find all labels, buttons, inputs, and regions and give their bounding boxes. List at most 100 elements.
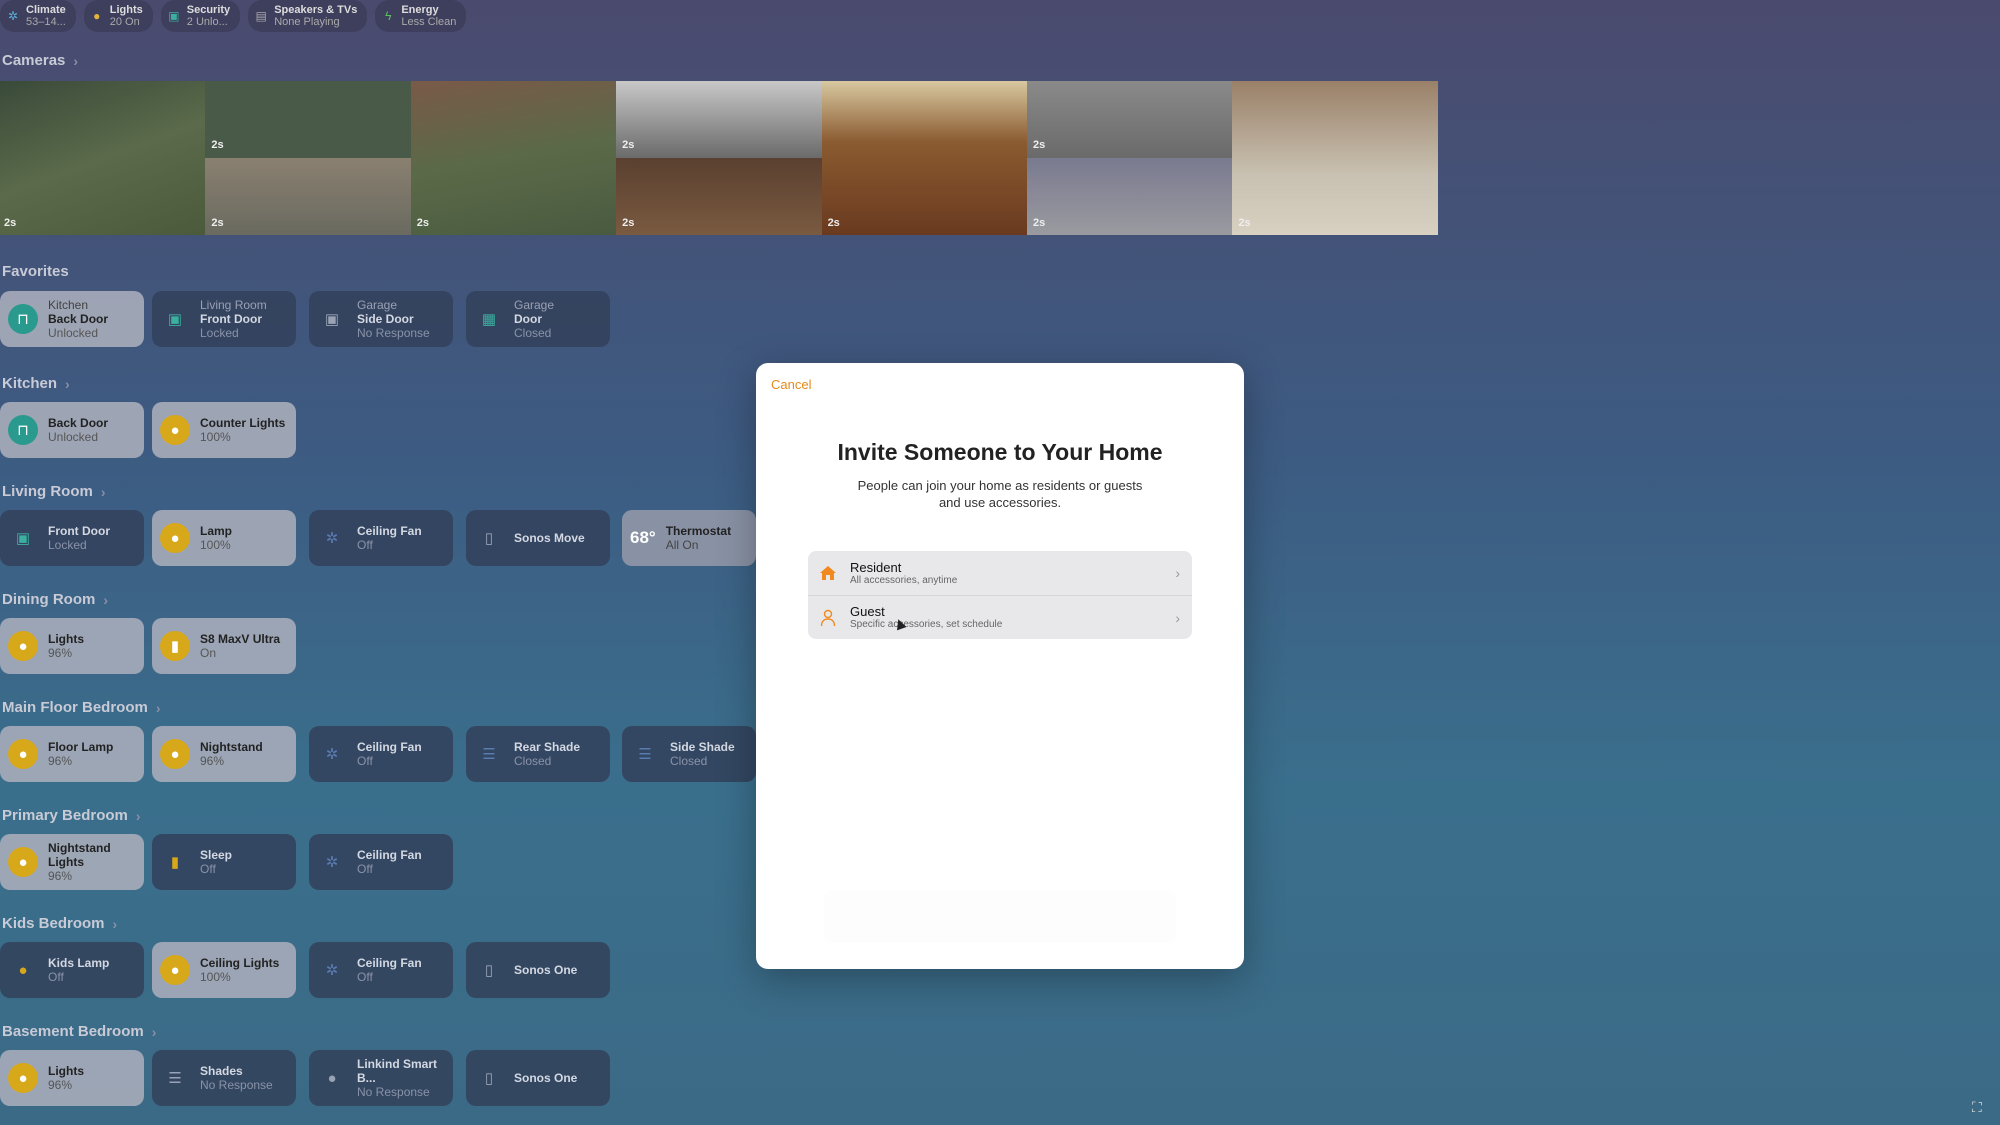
camera-feed[interactable]: 2s — [410, 81, 617, 235]
tile-ceiling-fan[interactable]: ✲ Ceiling Fan Off — [309, 726, 453, 782]
tile-kitchen-back-door[interactable]: ⊓ Kitchen Back Door Unlocked — [0, 291, 144, 347]
camera-feed[interactable]: 2s 2s — [1026, 81, 1233, 235]
chip-speakers[interactable]: ▤ Speakers & TVs None Playing — [248, 0, 368, 32]
tile-name: Lights — [48, 632, 84, 646]
unlock-icon: ⊓ — [8, 415, 38, 445]
tile-name: Nightstand Lights — [48, 841, 111, 869]
tile-shades[interactable]: ☰ Shades No Response — [152, 1050, 296, 1106]
camera-feed[interactable]: 2s 2s — [205, 81, 411, 235]
tile-name: Side Door — [357, 312, 414, 326]
tile-kids-lamp[interactable]: ● Kids Lamp Off — [0, 942, 144, 998]
invite-options: Resident All accessories, anytime › Gues… — [808, 551, 1192, 639]
tile-sonos-one[interactable]: ▯ Sonos One — [466, 942, 610, 998]
chip-lights[interactable]: ● Lights 20 On — [83, 0, 153, 32]
camera-feed[interactable]: 2s 2s — [616, 81, 822, 235]
section-kids-bedroom[interactable]: Kids Bedroom › — [2, 915, 117, 932]
chip-security[interactable]: ▣ Security 2 Unlo... — [160, 0, 241, 32]
section-primary-bedroom[interactable]: Primary Bedroom › — [2, 807, 141, 824]
tile-ceiling-lights[interactable]: ● Ceiling Lights 100% — [152, 942, 296, 998]
bulb-icon: ● — [327, 1069, 337, 1087]
tile-state: No Response — [357, 326, 430, 340]
cancel-button[interactable]: Cancel — [771, 377, 811, 392]
tile-counter-lights[interactable]: ● Counter Lights 100% — [152, 402, 296, 458]
tile-ceiling-fan[interactable]: ✲ Ceiling Fan Off — [309, 834, 453, 890]
tile-state: 100% — [200, 538, 231, 552]
section-dining-room[interactable]: Dining Room › — [2, 591, 108, 608]
tile-state: Closed — [514, 326, 552, 340]
media-player-ghost — [824, 891, 1176, 943]
tile-name: Lamp — [200, 524, 233, 538]
tile-sonos-move[interactable]: ▯ Sonos Move — [466, 510, 610, 566]
tile-floor-lamp[interactable]: ● Floor Lamp 96% — [0, 726, 144, 782]
tile-basement-lights[interactable]: ● Lights 96% — [0, 1050, 144, 1106]
tile-living-room-front-door[interactable]: ▣ Living Room Front Door Locked — [152, 291, 296, 347]
tile-name: Front Door — [48, 524, 110, 538]
tile-ceiling-fan[interactable]: ✲ Ceiling Fan Off — [309, 510, 453, 566]
camera-feed[interactable]: 2s — [1232, 81, 1438, 235]
tile-state: 96% — [48, 754, 73, 768]
section-title: Main Floor Bedroom — [2, 699, 148, 716]
chip-climate[interactable]: ✲ Climate 53–14... — [0, 0, 76, 32]
tile-nightstand[interactable]: ● Nightstand 96% — [152, 726, 296, 782]
chevron-right-icon: › — [151, 1023, 157, 1040]
tile-rear-shade[interactable]: ☰ Rear Shade Closed — [466, 726, 610, 782]
chevron-right-icon: › — [103, 591, 108, 608]
tile-room: Garage — [357, 298, 398, 312]
tile-ceiling-fan[interactable]: ✲ Ceiling Fan Off — [309, 942, 453, 998]
option-resident[interactable]: Resident All accessories, anytime › — [808, 551, 1192, 595]
camera-feed[interactable]: 2s — [0, 81, 206, 235]
tile-room: Living Room — [200, 298, 267, 312]
fan-icon: ✲ — [7, 9, 19, 23]
option-guest[interactable]: Guest Specific accessories, set schedule… — [808, 595, 1192, 639]
camera-age: 2s — [1238, 217, 1251, 229]
bulb-icon: ● — [93, 9, 101, 23]
tile-sleep[interactable]: ▮ Sleep Off — [152, 834, 296, 890]
section-kitchen[interactable]: Kitchen › — [2, 375, 70, 392]
tile-state: 96% — [48, 1078, 73, 1092]
section-cameras[interactable]: Cameras › — [2, 52, 78, 69]
tile-back-door[interactable]: ⊓ Back Door Unlocked — [0, 402, 144, 458]
tile-name: Ceiling Fan — [357, 848, 422, 862]
chip-label: Lights — [109, 4, 143, 16]
tile-name: Counter Lights — [200, 416, 286, 430]
tile-state: Closed — [670, 754, 708, 768]
tile-state: Off — [357, 862, 373, 876]
tile-lamp[interactable]: ● Lamp 100% — [152, 510, 296, 566]
section-title: Basement Bedroom — [2, 1023, 144, 1040]
tile-name: Ceiling Lights — [200, 956, 280, 970]
section-living-room[interactable]: Living Room › — [2, 483, 106, 500]
tile-dining-lights[interactable]: ● Lights 96% — [0, 618, 144, 674]
tile-garage-side-door[interactable]: ▣ Garage Side Door No Response — [309, 291, 453, 347]
lock-icon: ▣ — [167, 311, 183, 328]
tile-nightstand-lights[interactable]: ● Nightstand Lights 96% — [0, 834, 144, 890]
chip-energy[interactable]: ϟ Energy Less Clean — [375, 0, 467, 32]
tile-state: Off — [357, 970, 373, 984]
tile-linkind-bulb[interactable]: ● Linkind Smart B... No Response — [309, 1050, 453, 1106]
tile-thermostat[interactable]: 68° Thermostat All On — [622, 510, 756, 566]
tile-side-shade[interactable]: ☰ Side Shade Closed — [622, 726, 756, 782]
fan-icon: ✲ — [325, 962, 339, 979]
section-title: Living Room — [2, 483, 93, 500]
camera-feed[interactable]: 2s — [821, 81, 1027, 235]
tile-name: Rear Shade — [514, 740, 581, 754]
tile-name: Ceiling Fan — [357, 740, 422, 754]
section-title: Dining Room — [2, 591, 96, 608]
tile-front-door[interactable]: ▣ Front Door Locked — [0, 510, 144, 566]
section-main-floor-bedroom[interactable]: Main Floor Bedroom › — [2, 699, 161, 716]
tile-name: Sonos One — [514, 963, 578, 977]
tile-room: Garage — [514, 298, 555, 312]
tile-vacuum[interactable]: ▮ S8 MaxV Ultra On — [152, 618, 296, 674]
bulb-icon: ● — [18, 961, 28, 979]
tile-name: Linkind Smart B... — [357, 1057, 438, 1085]
bolt-icon: ϟ — [385, 9, 392, 23]
camera-age: 2s — [211, 217, 224, 229]
fullscreen-icon[interactable]: ⛶ — [1972, 1099, 1988, 1115]
person-icon — [818, 608, 838, 628]
lock-icon: ▣ — [168, 9, 180, 23]
tile-garage-door[interactable]: ▦ Garage Door Closed — [466, 291, 610, 347]
tile-name: Sonos One — [514, 1071, 578, 1085]
tile-sonos-one[interactable]: ▯ Sonos One — [466, 1050, 610, 1106]
shade-icon: ☰ — [638, 746, 652, 763]
section-basement-bedroom[interactable]: Basement Bedroom › — [2, 1023, 156, 1040]
chevron-right-icon: › — [155, 699, 161, 716]
